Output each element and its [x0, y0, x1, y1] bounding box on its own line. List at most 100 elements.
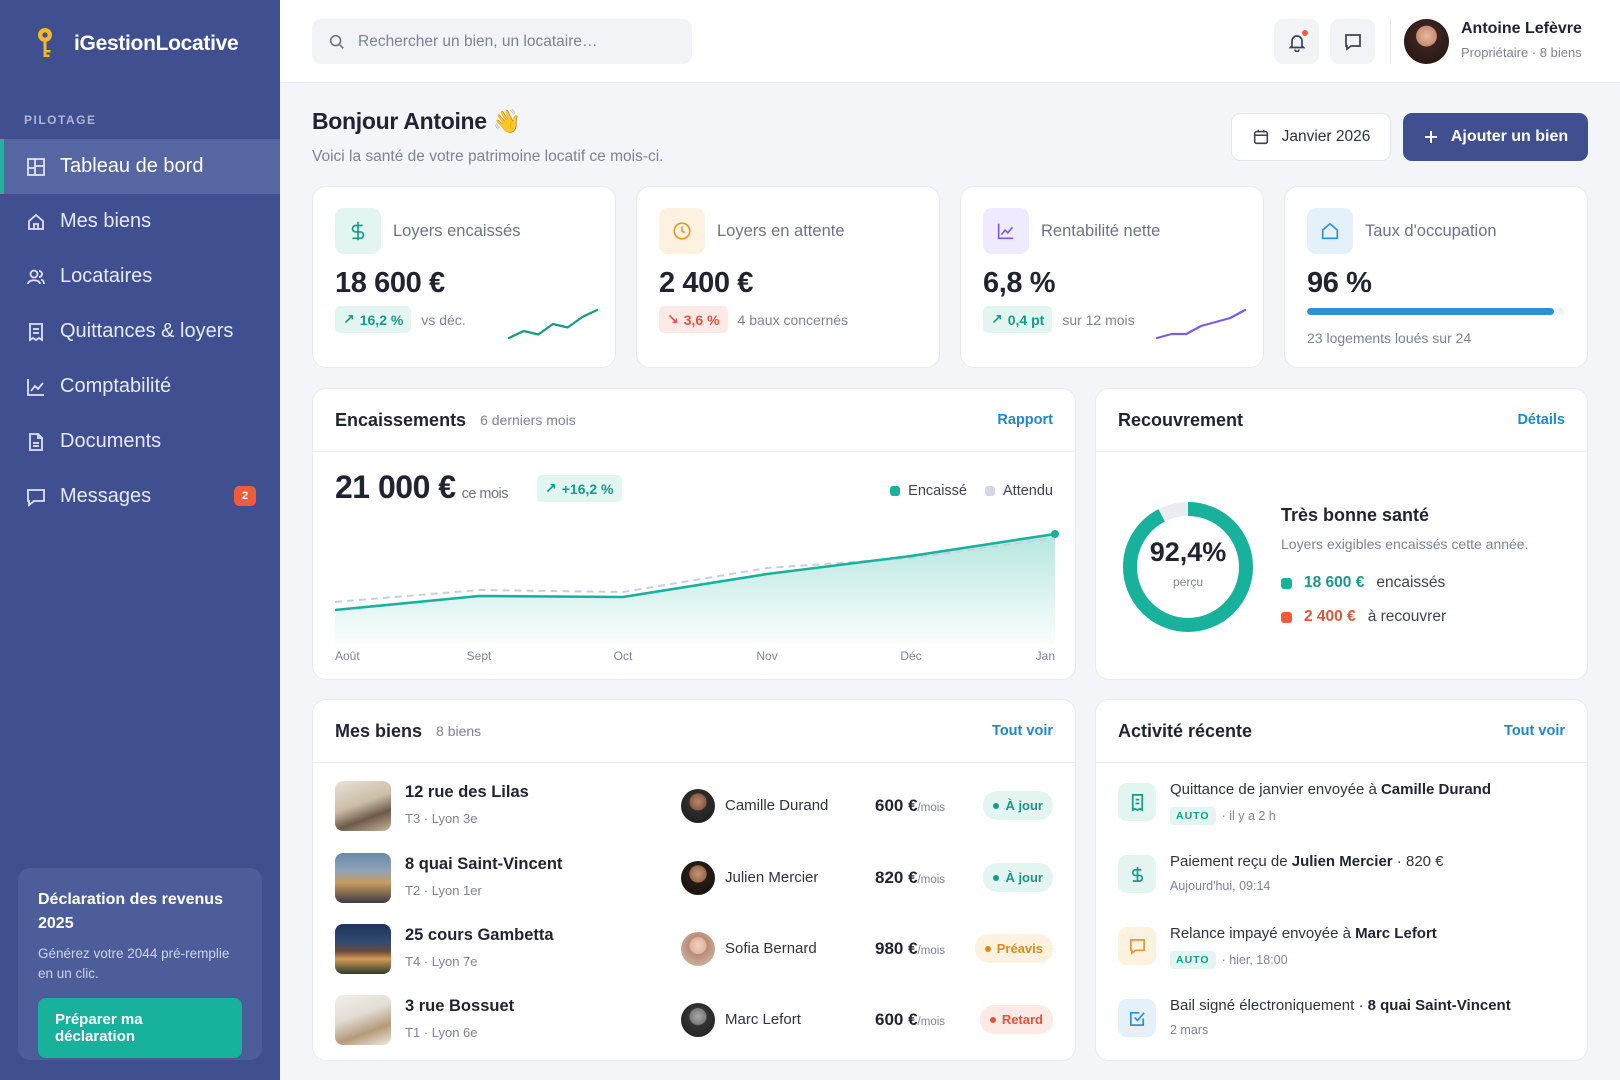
recovery-text: Loyers exigibles encaissés cette année.	[1281, 536, 1529, 552]
sidebar-item-label: Mes biens	[60, 210, 152, 232]
sidebar-item-dashboard[interactable]: Tableau de bord	[0, 139, 280, 194]
tenant-avatar	[681, 1003, 715, 1037]
users-icon	[27, 269, 45, 284]
sidebar-item-label: Messages	[60, 485, 152, 507]
activity-text: Relance impayé envoyée à Marc Lefort	[1170, 925, 1437, 942]
home-icon	[1307, 208, 1353, 254]
kpi-delta-row: ↗ 0,4 pt sur 12 mois	[983, 306, 1135, 333]
card-header: Activité récente Tout voir	[1096, 700, 1587, 763]
recovery-collected: 18 600 € encaissés	[1281, 574, 1445, 592]
kpi-card-collected[interactable]: Loyers encaissés 18 600 € ↗ 16,2 % vs déc…	[312, 186, 616, 368]
recovery-card: Recouvrement Détails 92,4% perçu Très bo…	[1095, 388, 1588, 680]
brand[interactable]: iGestionLocative	[34, 26, 239, 62]
nav-section-label: PILOTAGE	[24, 113, 97, 127]
tenant-name: Camille Durand	[725, 797, 829, 814]
receipt-icon	[29, 322, 43, 342]
report-link[interactable]: Rapport	[997, 412, 1053, 428]
kpi-label: Loyers encaissés	[393, 222, 521, 240]
kpi-card-return[interactable]: Rentabilité nette 6,8 % ↗ 0,4 pt sur 12 m…	[960, 186, 1264, 368]
property-rent: 600 €/mois	[875, 1010, 946, 1029]
property-address: 12 rue des Lilas	[405, 783, 529, 801]
sidebar-item-accounting[interactable]: Comptabilité	[0, 359, 280, 414]
properties-card: Mes biens 8 biens Tout voir 12 rue des L…	[312, 699, 1076, 1061]
property-address: 3 rue Bossuet	[405, 997, 515, 1015]
user-subtitle: Propriétaire · 8 biens	[1461, 45, 1582, 60]
x-tick-label: Jan	[1035, 649, 1055, 663]
data-point	[1051, 530, 1059, 538]
period-picker-button[interactable]: Janvier 2026	[1231, 113, 1391, 161]
search-bar[interactable]: Rechercher un bien, un locataire…	[312, 19, 692, 64]
message-icon	[1344, 33, 1361, 51]
notification-dot	[1302, 30, 1308, 36]
dollar-icon	[1118, 855, 1156, 893]
kpi-value: 6,8 %	[983, 267, 1056, 299]
recovery-pending: 2 400 € à recouvrer	[1281, 608, 1446, 626]
details-link[interactable]: Détails	[1517, 412, 1565, 428]
occupancy-progress-fill	[1307, 308, 1554, 315]
message-icon	[1118, 927, 1156, 965]
tenant-avatar	[681, 789, 715, 823]
tenant-name: Marc Lefort	[725, 1011, 801, 1028]
sidebar-item-receipts[interactable]: Quittances & loyers	[0, 304, 280, 359]
x-tick-label: Août	[335, 649, 360, 663]
card-subtitle: 8 biens	[436, 723, 482, 739]
kpi-card-pending[interactable]: Loyers en attente 2 400 € ↘ 3,6 % 4 baux …	[636, 186, 940, 368]
kpi-delta-row: ↘ 3,6 % 4 baux concernés	[659, 306, 848, 333]
table-row[interactable]: 3 rue Bossuet T1 · Lyon 6e Marc Lefort 6…	[335, 995, 1053, 1045]
card-title: Recouvrement	[1118, 409, 1244, 430]
message-icon	[27, 488, 45, 507]
activity-meta: AUTO · il y a 2 h	[1170, 807, 1276, 825]
sidebar-item-label: Documents	[60, 430, 162, 452]
sidebar-item-label: Tableau de bord	[60, 155, 204, 177]
property-rent: 600 €/mois	[875, 796, 946, 815]
sidebar-item-properties[interactable]: Mes biens	[0, 194, 280, 249]
see-all-properties-link[interactable]: Tout voir	[992, 723, 1053, 739]
kpi-delta-badge: ↗ 0,4 pt	[983, 306, 1053, 333]
activity-meta: AUTO · hier, 18:00	[1170, 951, 1288, 969]
key-icon	[38, 28, 52, 57]
user-name[interactable]: Antoine Lefèvre	[1461, 20, 1582, 38]
card-title: Activité récente	[1118, 720, 1253, 741]
revenue-delta-badge: ↗ +16,2 %	[537, 475, 622, 502]
kpi-label: Loyers en attente	[717, 222, 845, 240]
sparkline-collected	[507, 308, 599, 340]
user-avatar[interactable]	[1404, 19, 1449, 64]
search-input[interactable]: Rechercher un bien, un locataire…	[358, 33, 598, 51]
x-tick-label: Déc	[900, 649, 922, 663]
tenant-avatar	[681, 861, 715, 895]
revenue-chart-card: Encaissements 6 derniers mois Rapport 21…	[312, 388, 1076, 680]
sparkline-path	[507, 308, 599, 340]
table-row[interactable]: 12 rue des Lilas T3 · Lyon 3e Camille Du…	[335, 781, 1053, 831]
table-row[interactable]: 8 quai Saint-Vincent T2 · Lyon 1er Julie…	[335, 853, 1053, 903]
dashboard-icon	[27, 157, 45, 176]
kpi-value: 18 600 €	[335, 267, 445, 299]
messages-button[interactable]	[1330, 19, 1375, 64]
activity-text: Quittance de janvier envoyée à Camille D…	[1170, 781, 1491, 798]
sidebar-item-messages[interactable]: Messages 2	[0, 469, 280, 524]
status-badge: Retard	[979, 1005, 1053, 1034]
sidebar-item-tenants[interactable]: Locataires	[0, 249, 280, 304]
sidebar-item-documents[interactable]: Documents	[0, 414, 280, 469]
activity-text: Bail signé électroniquement · 8 quai Sai…	[1170, 997, 1511, 1014]
see-all-activity-link[interactable]: Tout voir	[1504, 723, 1565, 739]
table-row[interactable]: 25 cours Gambetta T4 · Lyon 7e Sofia Ber…	[335, 924, 1053, 974]
kpi-value: 96 %	[1307, 267, 1372, 299]
kpi-card-occupancy[interactable]: Taux d'occupation 96 % 23 logements loué…	[1284, 186, 1588, 368]
recovery-percent: 92,4%	[1149, 537, 1227, 567]
notifications-button[interactable]	[1274, 19, 1319, 64]
status-badge: À jour	[983, 791, 1053, 820]
status-badge: À jour	[983, 863, 1053, 892]
add-property-button[interactable]: Ajouter un bien	[1403, 113, 1588, 161]
status-badge: Préavis	[974, 934, 1053, 963]
promo-title: Déclaration des revenus 2025	[38, 891, 223, 932]
period-label: Janvier 2026	[1281, 128, 1371, 145]
add-property-label: Ajouter un bien	[1450, 128, 1569, 145]
revenue-value: 21 000 € ce mois	[335, 469, 509, 505]
sidebar-item-label: Quittances & loyers	[60, 320, 234, 342]
prepare-declaration-button[interactable]: Préparer ma déclaration	[38, 998, 242, 1058]
kpi-delta-row: ↗ 16,2 % vs déc.	[335, 306, 466, 333]
property-address: 8 quai Saint-Vincent	[405, 855, 563, 873]
sparkline-path	[1155, 308, 1247, 340]
receipt-icon	[1118, 783, 1156, 821]
kpi-label: Rentabilité nette	[1041, 222, 1161, 240]
